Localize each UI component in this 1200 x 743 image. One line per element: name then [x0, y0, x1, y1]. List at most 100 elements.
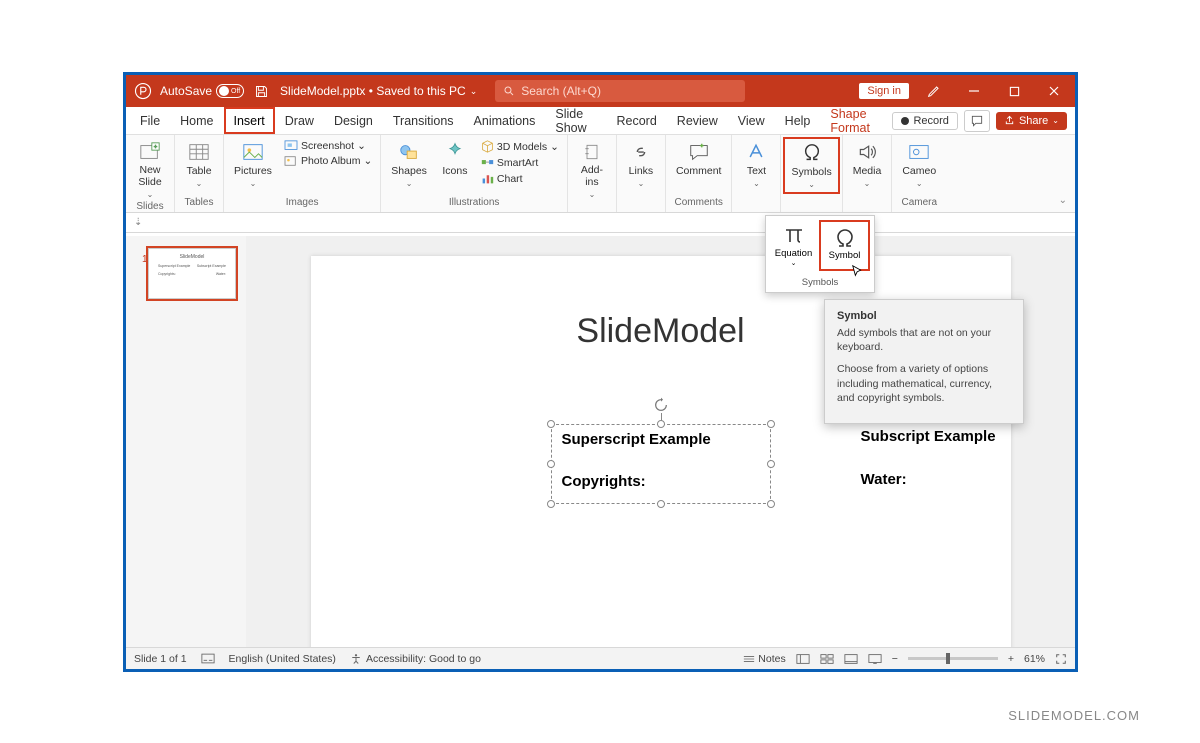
ribbon-group-images: Pictures⌄ Screenshot ⌄ Photo Album ⌄ Ima…	[224, 135, 381, 212]
table-icon	[186, 141, 212, 163]
normal-view-button[interactable]	[796, 653, 810, 665]
text-button[interactable]: Text⌄	[738, 139, 774, 190]
pen-icon[interactable]	[919, 77, 949, 105]
share-button[interactable]: Share⌄	[996, 112, 1067, 130]
equation-menu-item[interactable]: Equation⌄	[770, 220, 817, 271]
resize-handle[interactable]	[547, 500, 555, 508]
minimize-button[interactable]	[959, 77, 989, 105]
close-button[interactable]	[1039, 77, 1069, 105]
resize-handle[interactable]	[547, 460, 555, 468]
pictures-button[interactable]: Pictures⌄	[230, 139, 276, 190]
search-icon	[503, 85, 515, 97]
resize-handle[interactable]	[657, 500, 665, 508]
resize-handle[interactable]	[767, 460, 775, 468]
zoom-in-button[interactable]: +	[1008, 653, 1014, 665]
ribbon-group-text: Text⌄	[732, 135, 781, 212]
maximize-button[interactable]	[999, 77, 1029, 105]
reading-view-button[interactable]	[844, 653, 858, 665]
tab-insert[interactable]: Insert	[224, 107, 275, 134]
media-button[interactable]: Media⌄	[849, 139, 886, 190]
search-placeholder: Search (Alt+Q)	[521, 84, 601, 98]
language-indicator[interactable]: English (United States)	[229, 653, 336, 665]
title-dropdown-icon[interactable]: ⌄	[470, 86, 478, 97]
cameo-button[interactable]: Cameo⌄	[898, 139, 940, 190]
shapes-button[interactable]: Shapes⌄	[387, 139, 431, 190]
textbox-value[interactable]: Copyrights:	[562, 473, 646, 490]
save-icon[interactable]	[254, 83, 270, 99]
cube-icon	[481, 140, 494, 153]
ribbon-group-camera: Cameo⌄ Camera	[892, 135, 946, 212]
addins-button[interactable]: Add- ins⌄	[574, 139, 610, 201]
icons-button[interactable]: Icons	[437, 139, 473, 179]
zoom-out-button[interactable]: −	[892, 653, 898, 665]
subscript-textbox[interactable]: Subscript Example Water:	[861, 428, 996, 488]
ribbon-insert: New Slide⌄ Slides Table⌄ Tables Pictures…	[126, 135, 1075, 213]
subtitle-icon[interactable]	[201, 653, 215, 664]
tab-animations[interactable]: Animations	[464, 107, 546, 134]
app-window: AutoSave Off SlideModel.pptx • Saved to …	[123, 72, 1078, 672]
rotate-handle-icon[interactable]	[653, 397, 669, 413]
links-button[interactable]: Links⌄	[623, 139, 659, 190]
ribbon-group-links: Links⌄	[617, 135, 666, 212]
tab-view[interactable]: View	[728, 107, 775, 134]
comments-pane-button[interactable]	[964, 110, 990, 132]
resize-handle[interactable]	[547, 420, 555, 428]
photo-album-button[interactable]: Photo Album ⌄	[282, 154, 374, 168]
slideshow-view-button[interactable]	[868, 653, 882, 665]
new-slide-icon	[137, 141, 163, 163]
symbols-button[interactable]: Symbols⌄	[783, 137, 839, 194]
record-button[interactable]: Record	[892, 112, 957, 130]
comment-button[interactable]: Comment	[672, 139, 726, 179]
smartart-button[interactable]: SmartArt	[479, 155, 561, 170]
omega-icon	[799, 142, 825, 164]
symbol-menu-item[interactable]: Symbol	[819, 220, 870, 271]
slide-thumbnail-1[interactable]: SlideModel Superscript ExampleSubscript …	[146, 246, 238, 301]
autosave-toggle[interactable]: AutoSave Off	[160, 84, 244, 98]
chart-button[interactable]: Chart	[479, 171, 561, 186]
overflow-icon[interactable]: ⇣	[134, 217, 142, 228]
cameo-icon	[906, 141, 932, 163]
table-button[interactable]: Table⌄	[181, 139, 217, 190]
screenshot-button[interactable]: Screenshot ⌄	[282, 139, 374, 153]
selected-textbox[interactable]: Superscript Example Copyrights:	[551, 424, 771, 504]
tab-help[interactable]: Help	[775, 107, 821, 134]
ribbon-group-illustrations: Shapes⌄ Icons 3D Models ⌄ SmartArt Chart…	[381, 135, 568, 212]
tab-record[interactable]: Record	[607, 107, 667, 134]
textbox-heading[interactable]: Superscript Example	[562, 431, 711, 448]
zoom-level[interactable]: 61%	[1024, 653, 1045, 665]
tab-home[interactable]: Home	[170, 107, 223, 134]
new-slide-button[interactable]: New Slide⌄	[132, 139, 168, 201]
tab-slide-show[interactable]: Slide Show	[545, 107, 606, 134]
ribbon-collapse-icon[interactable]: ⌄	[1059, 195, 1067, 206]
tab-transitions[interactable]: Transitions	[383, 107, 464, 134]
ribbon-label-camera: Camera	[901, 197, 937, 210]
tab-design[interactable]: Design	[324, 107, 383, 134]
slide-thumbnails-panel[interactable]: 1 SlideModel Superscript ExampleSubscrip…	[126, 236, 246, 647]
slide-canvas-wrap: SlideModel Superscript Example Copyright…	[246, 236, 1075, 647]
quick-access-bar: ⇣	[126, 213, 1075, 233]
ribbon-label-images: Images	[286, 197, 319, 210]
speaker-icon	[854, 141, 880, 163]
sorter-view-button[interactable]	[820, 653, 834, 665]
search-input[interactable]: Search (Alt+Q)	[495, 80, 745, 102]
resize-handle[interactable]	[657, 420, 665, 428]
resize-handle[interactable]	[767, 500, 775, 508]
ribbon-label-tables: Tables	[185, 197, 214, 210]
zoom-slider[interactable]	[908, 657, 998, 660]
notes-button[interactable]: Notes	[743, 653, 785, 665]
watermark: SLIDEMODEL.COM	[1008, 708, 1140, 723]
tab-shape-format[interactable]: Shape Format	[820, 107, 892, 134]
autosave-label: AutoSave	[160, 84, 212, 98]
chart-icon	[481, 172, 494, 185]
accessibility-status[interactable]: Accessibility: Good to go	[350, 653, 481, 665]
signin-button[interactable]: Sign in	[859, 83, 909, 99]
fit-to-window-button[interactable]	[1055, 653, 1067, 665]
accessibility-icon	[350, 653, 362, 665]
tab-draw[interactable]: Draw	[275, 107, 324, 134]
tooltip-text-2: Choose from a variety of options includi…	[837, 362, 1011, 405]
tab-review[interactable]: Review	[667, 107, 728, 134]
cursor-icon	[851, 264, 865, 278]
resize-handle[interactable]	[767, 420, 775, 428]
tab-file[interactable]: File	[130, 107, 170, 134]
3d-models-button[interactable]: 3D Models ⌄	[479, 139, 561, 154]
